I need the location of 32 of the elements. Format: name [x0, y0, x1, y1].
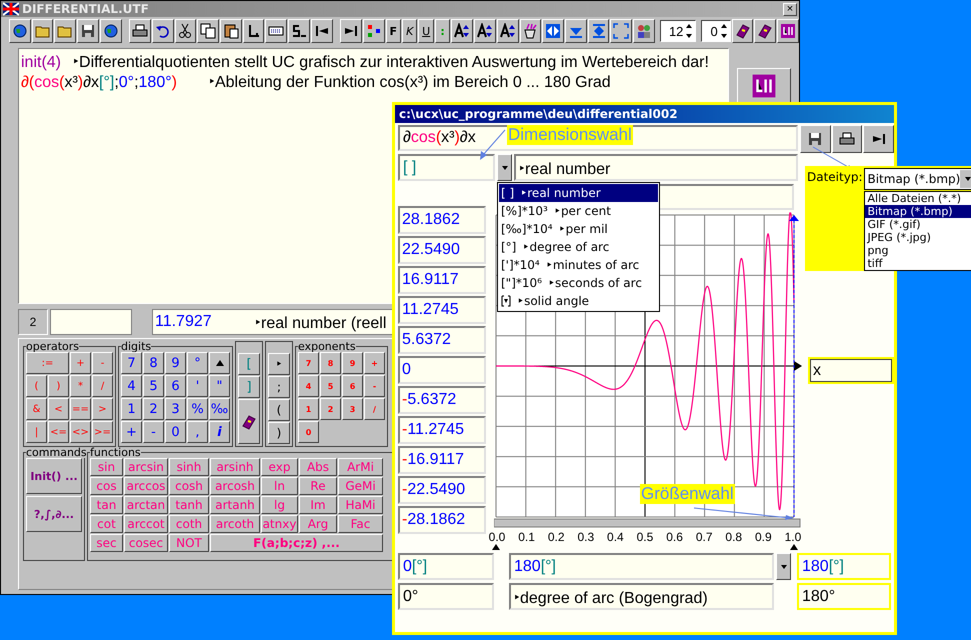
code-expression: ∂(cos(x³)∂x[°];0°;180°) [21, 74, 177, 91]
unit-name-field: ‣degree of arc (Bogengrad) [509, 583, 774, 610]
window-title: c:\ucx\uc_programme\deu\differential002 [399, 107, 678, 121]
tick-label: 0.0 [488, 530, 506, 544]
group-title: commands [26, 447, 87, 458]
tick-label: 1.0 [784, 530, 802, 544]
tick-label: 0.3 [576, 530, 595, 544]
comment-text: ‣Differentialquotienten stellt UC grafisch zur interaktiven Auswertung im Wertebereich dar! [73, 54, 709, 71]
code-expression: init(4) [21, 54, 62, 71]
dimension-name-field: ‣real number [514, 154, 798, 181]
index-cell: 2 [18, 309, 48, 335]
tick-label: 0.8 [724, 530, 743, 544]
unit-text: ‣real number (reell [255, 314, 386, 333]
from-display: 0° [398, 583, 494, 610]
file-type-label: Dateityp: [806, 169, 864, 186]
tick-label: 0.1 [518, 530, 536, 544]
group-title: exponents [298, 341, 356, 352]
window-title: DIFFERENTIAL.UTF [22, 2, 150, 16]
group-title: functions [90, 447, 141, 458]
result-value: 11.7927 [155, 313, 213, 331]
tick-label: 0.9 [754, 530, 772, 544]
to-display: 180° [797, 583, 891, 610]
tick-label: 0.7 [695, 530, 714, 544]
comment-text: ‣Ableitung der Funktion cos(x³) im Bereich 0 ... 180 Grad [208, 74, 611, 91]
group-title: operators [26, 341, 80, 352]
tick-label: 0.6 [666, 530, 684, 544]
callout-label: Größenwahl [640, 484, 735, 504]
callout-label: Dimensionswahl [507, 125, 633, 145]
tick-label: 0.2 [547, 530, 566, 544]
group-title: digits [121, 341, 152, 352]
tick-label: 0.5 [636, 530, 654, 544]
tick-label: 0.4 [606, 530, 624, 544]
